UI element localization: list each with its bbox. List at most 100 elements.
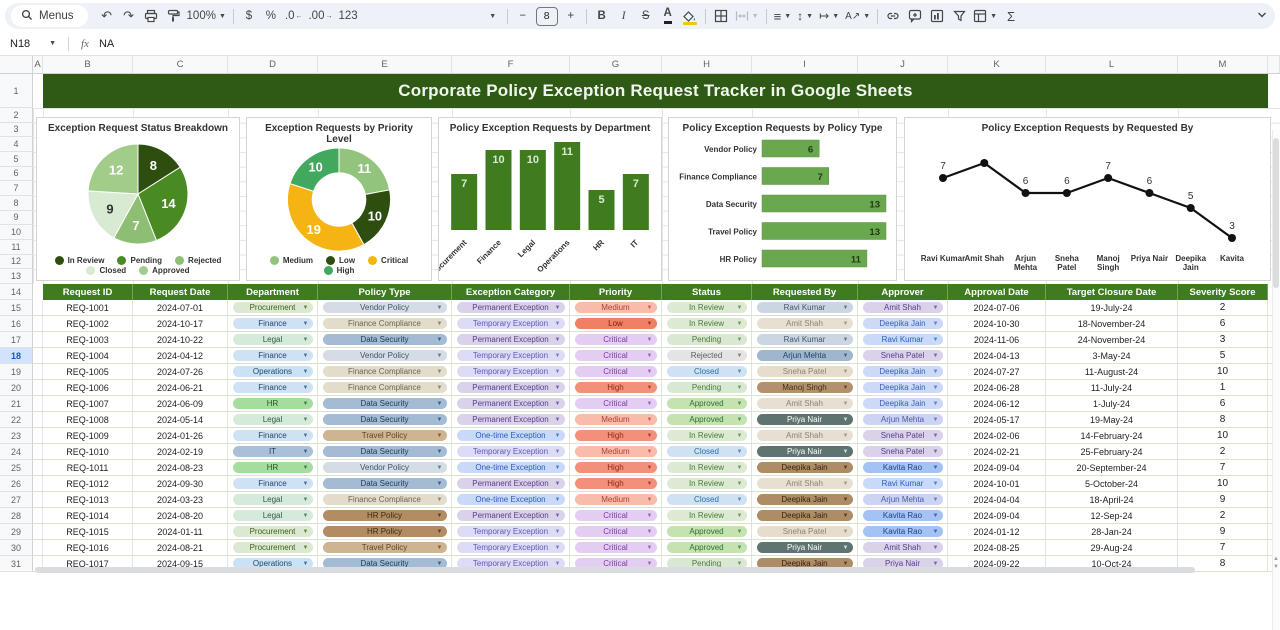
approver-dropdown[interactable]: Deepika Jain ▼ — [862, 398, 943, 409]
exception-category-dropdown[interactable]: Permanent Exception ▼ — [456, 478, 565, 489]
font-family-menu[interactable]: ▼ — [481, 5, 503, 27]
row-header[interactable]: 29 — [0, 524, 33, 540]
policy-type-dropdown[interactable]: Vendor Policy ▼ — [322, 462, 447, 473]
exception-category-dropdown[interactable]: Permanent Exception ▼ — [456, 398, 565, 409]
exception-category-dropdown[interactable]: One-time Exception ▼ — [456, 430, 565, 441]
horizontal-align-button[interactable]: ≡ ▼ — [771, 5, 795, 27]
department-dropdown[interactable]: Procurement ▼ — [232, 526, 313, 537]
priority-dropdown[interactable]: High ▼ — [574, 430, 657, 441]
requested-by-dropdown[interactable]: Deepika Jain ▼ — [756, 510, 853, 521]
policy-type-dropdown[interactable]: Data Security ▼ — [322, 414, 447, 425]
priority-dropdown[interactable]: Critical ▼ — [574, 334, 657, 345]
row-header[interactable]: 13 — [0, 269, 33, 284]
formula-input[interactable]: NA — [99, 38, 114, 50]
department-dropdown[interactable]: Finance ▼ — [232, 350, 313, 361]
format-percent-button[interactable]: % — [260, 5, 282, 27]
table-header-cell[interactable]: Policy Type — [318, 284, 452, 300]
approver-dropdown[interactable]: Deepika Jain ▼ — [862, 366, 943, 377]
policy-type-dropdown[interactable]: Travel Policy ▼ — [322, 542, 447, 553]
vertical-align-button[interactable]: ↕ ▼ — [794, 5, 816, 27]
column-header[interactable]: A — [33, 56, 43, 74]
department-dropdown[interactable]: Legal ▼ — [232, 334, 313, 345]
approver-dropdown[interactable]: Deepika Jain ▼ — [862, 382, 943, 393]
priority-dropdown[interactable]: Critical ▼ — [574, 398, 657, 409]
priority-dropdown[interactable]: Critical ▼ — [574, 350, 657, 361]
policy-type-dropdown[interactable]: Vendor Policy ▼ — [322, 302, 447, 313]
requested-by-dropdown[interactable]: Amit Shah ▼ — [756, 318, 853, 329]
status-dropdown[interactable]: Approved ▼ — [666, 414, 747, 425]
table-header-cell[interactable]: Department — [228, 284, 318, 300]
row-header[interactable]: 10 — [0, 225, 33, 240]
priority-dropdown[interactable]: Low ▼ — [574, 318, 657, 329]
exception-category-dropdown[interactable]: Temporary Exception ▼ — [456, 526, 565, 537]
approver-dropdown[interactable]: Ravi Kumar ▼ — [862, 334, 943, 345]
requested-by-chart[interactable]: Policy Exception Requests by Requested B… — [904, 117, 1271, 281]
fill-color-button[interactable] — [679, 5, 701, 27]
department-dropdown[interactable]: Legal ▼ — [232, 510, 313, 521]
column-header[interactable]: I — [752, 56, 858, 74]
policy-type-dropdown[interactable]: Finance Compliance ▼ — [322, 382, 447, 393]
department-dropdown[interactable]: Finance ▼ — [232, 430, 313, 441]
horizontal-scrollbar[interactable] — [35, 567, 1235, 573]
requested-by-dropdown[interactable]: Ravi Kumar ▼ — [756, 302, 853, 313]
exception-category-dropdown[interactable]: Temporary Exception ▼ — [456, 350, 565, 361]
zoom-menu[interactable]: 100% ▼ — [184, 5, 229, 27]
policy-type-dropdown[interactable]: Finance Compliance ▼ — [322, 494, 447, 505]
policy-type-dropdown[interactable]: Finance Compliance ▼ — [322, 366, 447, 377]
table-header-cell[interactable]: Requested By — [752, 284, 858, 300]
exception-category-dropdown[interactable]: One-time Exception ▼ — [456, 494, 565, 505]
row-header[interactable]: 18 — [0, 348, 33, 364]
department-chart[interactable]: Policy Exception Requests by Department 7… — [438, 117, 662, 281]
create-filter-button[interactable] — [948, 5, 970, 27]
table-header-cell[interactable]: Exception Category — [452, 284, 570, 300]
policy-type-dropdown[interactable]: Data Security ▼ — [322, 446, 447, 457]
requested-by-dropdown[interactable]: Priya Nair ▼ — [756, 542, 853, 553]
requested-by-dropdown[interactable]: Arjun Mehta ▼ — [756, 350, 853, 361]
status-dropdown[interactable]: Closed ▼ — [666, 446, 747, 457]
approver-dropdown[interactable]: Amit Shah ▼ — [862, 542, 943, 553]
column-header[interactable]: K — [948, 56, 1046, 74]
approver-dropdown[interactable]: Arjun Mehta ▼ — [862, 494, 943, 505]
row-header[interactable]: 5 — [0, 152, 33, 167]
functions-button[interactable]: Σ — [1000, 5, 1022, 27]
table-views-button[interactable]: ▼ — [970, 5, 1000, 27]
exception-category-dropdown[interactable]: Permanent Exception ▼ — [456, 302, 565, 313]
requested-by-dropdown[interactable]: Amit Shah ▼ — [756, 478, 853, 489]
department-dropdown[interactable]: Finance ▼ — [232, 318, 313, 329]
exception-category-dropdown[interactable]: Temporary Exception ▼ — [456, 542, 565, 553]
policy-type-dropdown[interactable]: Data Security ▼ — [322, 398, 447, 409]
table-header-cell[interactable]: Status — [662, 284, 752, 300]
status-dropdown[interactable]: Pending ▼ — [666, 334, 747, 345]
column-header[interactable]: J — [858, 56, 948, 74]
priority-dropdown[interactable]: Critical ▼ — [574, 526, 657, 537]
column-header[interactable]: F — [452, 56, 570, 74]
exception-category-dropdown[interactable]: Permanent Exception ▼ — [456, 510, 565, 521]
status-dropdown[interactable]: In Review ▼ — [666, 462, 747, 473]
row-header[interactable]: 28 — [0, 508, 33, 524]
table-header-cell[interactable]: Approval Date — [948, 284, 1046, 300]
row-header[interactable]: 23 — [0, 428, 33, 444]
row-header[interactable]: 7 — [0, 181, 33, 196]
format-currency-button[interactable]: $ — [238, 5, 260, 27]
department-dropdown[interactable]: Procurement ▼ — [232, 542, 313, 553]
scrollbar-thumb[interactable] — [35, 567, 1195, 573]
row-header[interactable]: 12 — [0, 254, 33, 270]
row-header[interactable]: 1 — [0, 74, 33, 108]
insert-link-button[interactable] — [882, 5, 904, 27]
approver-dropdown[interactable]: Kavita Rao ▼ — [862, 510, 943, 521]
insert-comment-button[interactable] — [904, 5, 926, 27]
approver-dropdown[interactable]: Kavita Rao ▼ — [862, 462, 943, 473]
approver-dropdown[interactable]: Sneha Patel ▼ — [862, 430, 943, 441]
text-wrap-button[interactable]: ↦ ▼ — [816, 5, 842, 27]
status-dropdown[interactable]: Approved ▼ — [666, 398, 747, 409]
row-header[interactable]: 4 — [0, 137, 33, 152]
department-dropdown[interactable]: HR ▼ — [232, 398, 313, 409]
column-header[interactable]: H — [662, 56, 752, 74]
department-dropdown[interactable]: Legal ▼ — [232, 494, 313, 505]
row-header[interactable]: 31 — [0, 556, 33, 572]
policy-type-dropdown[interactable]: Data Security ▼ — [322, 334, 447, 345]
table-header-cell[interactable]: Severity Score — [1178, 284, 1268, 300]
column-header[interactable]: G — [570, 56, 662, 74]
increase-font-size-button[interactable]: + — [560, 5, 582, 27]
status-dropdown[interactable]: In Review ▼ — [666, 510, 747, 521]
